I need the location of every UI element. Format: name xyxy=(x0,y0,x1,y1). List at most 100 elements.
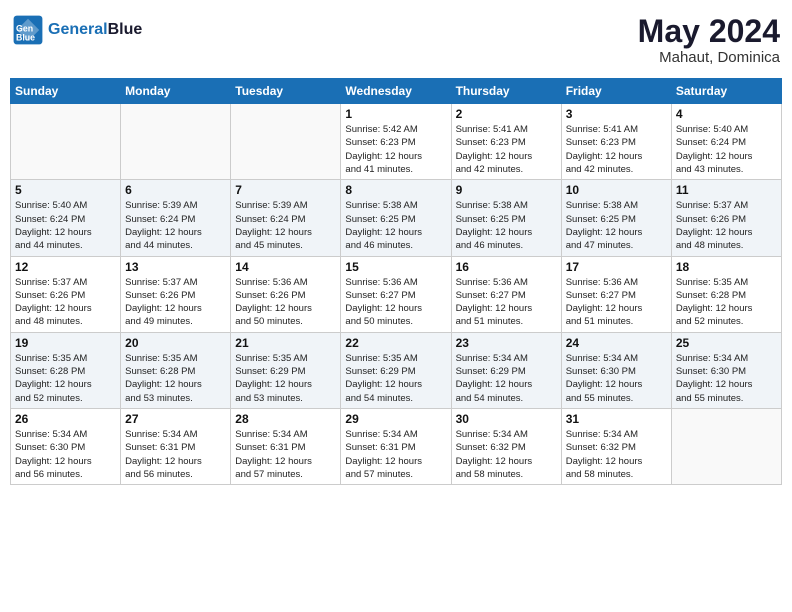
calendar-cell: 3 Sunrise: 5:41 AM Sunset: 6:23 PM Daylig… xyxy=(561,104,671,180)
day-info: Sunrise: 5:36 AM Sunset: 6:27 PM Dayligh… xyxy=(345,276,446,329)
day-info: Sunrise: 5:41 AM Sunset: 6:23 PM Dayligh… xyxy=(566,123,667,176)
day-info: Sunrise: 5:38 AM Sunset: 6:25 PM Dayligh… xyxy=(456,199,557,252)
day-number: 28 xyxy=(235,412,336,426)
day-header-thursday: Thursday xyxy=(451,79,561,104)
calendar-cell: 14 Sunrise: 5:36 AM Sunset: 6:26 PM Dayli… xyxy=(231,256,341,332)
calendar-table: SundayMondayTuesdayWednesdayThursdayFrid… xyxy=(10,78,782,485)
svg-text:Blue: Blue xyxy=(16,32,35,42)
day-info: Sunrise: 5:37 AM Sunset: 6:26 PM Dayligh… xyxy=(125,276,226,329)
calendar-cell: 16Sunrise: 5:36 AM Sunset: 6:27 PM Dayli… xyxy=(451,256,561,332)
day-info: Sunrise: 5:36 AM Sunset: 6:27 PM Dayligh… xyxy=(456,276,557,329)
day-number: 24 xyxy=(566,336,667,350)
day-header-friday: Friday xyxy=(561,79,671,104)
calendar-week-row: 12 Sunrise: 5:37 AM Sunset: 6:26 PM Dayli… xyxy=(11,256,782,332)
day-number: 11 xyxy=(676,183,777,197)
calendar-cell: 27Sunrise: 5:34 AM Sunset: 6:31 PM Dayli… xyxy=(121,408,231,484)
calendar-cell: 5Sunrise: 5:40 AM Sunset: 6:24 PM Daylig… xyxy=(11,180,121,256)
day-info: Sunrise: 5:36 AM Sunset: 6:26 PM Dayligh… xyxy=(235,276,336,329)
day-info: Sunrise: 5:37 AM Sunset: 6:26 PM Dayligh… xyxy=(676,199,777,252)
calendar-cell: 28Sunrise: 5:34 AM Sunset: 6:31 PM Dayli… xyxy=(231,408,341,484)
day-number: 6 xyxy=(125,183,226,197)
logo: Gen Blue GeneralBlue xyxy=(12,14,142,46)
calendar-cell: 17 Sunrise: 5:36 AM Sunset: 6:27 PM Dayli… xyxy=(561,256,671,332)
day-info: Sunrise: 5:34 AM Sunset: 6:32 PM Dayligh… xyxy=(566,428,667,481)
day-number: 26 xyxy=(15,412,116,426)
day-info: Sunrise: 5:34 AM Sunset: 6:30 PM Dayligh… xyxy=(676,352,777,405)
logo-text: GeneralBlue xyxy=(48,21,142,39)
calendar-week-row: 1Sunrise: 5:42 AM Sunset: 6:23 PM Daylig… xyxy=(11,104,782,180)
month-title: May 2024 xyxy=(638,14,780,49)
day-number: 2 xyxy=(456,107,557,121)
calendar-cell: 10 Sunrise: 5:38 AM Sunset: 6:25 PM Dayli… xyxy=(561,180,671,256)
day-number: 4 xyxy=(676,107,777,121)
calendar-cell: 25 Sunrise: 5:34 AM Sunset: 6:30 PM Dayli… xyxy=(671,332,781,408)
day-info: Sunrise: 5:39 AM Sunset: 6:24 PM Dayligh… xyxy=(235,199,336,252)
page-header: Gen Blue GeneralBlue May 2024 Mahaut, Do… xyxy=(10,10,782,70)
calendar-header-row: SundayMondayTuesdayWednesdayThursdayFrid… xyxy=(11,79,782,104)
day-info: Sunrise: 5:35 AM Sunset: 6:29 PM Dayligh… xyxy=(235,352,336,405)
day-header-saturday: Saturday xyxy=(671,79,781,104)
day-info: Sunrise: 5:37 AM Sunset: 6:26 PM Dayligh… xyxy=(15,276,116,329)
day-number: 1 xyxy=(345,107,446,121)
day-info: Sunrise: 5:40 AM Sunset: 6:24 PM Dayligh… xyxy=(676,123,777,176)
day-number: 25 xyxy=(676,336,777,350)
calendar-week-row: 5Sunrise: 5:40 AM Sunset: 6:24 PM Daylig… xyxy=(11,180,782,256)
location: Mahaut, Dominica xyxy=(638,49,780,66)
day-info: Sunrise: 5:34 AM Sunset: 6:30 PM Dayligh… xyxy=(566,352,667,405)
day-info: Sunrise: 5:35 AM Sunset: 6:28 PM Dayligh… xyxy=(125,352,226,405)
day-number: 19 xyxy=(15,336,116,350)
day-info: Sunrise: 5:34 AM Sunset: 6:32 PM Dayligh… xyxy=(456,428,557,481)
calendar-cell: 7 Sunrise: 5:39 AM Sunset: 6:24 PM Daylig… xyxy=(231,180,341,256)
calendar-cell: 2Sunrise: 5:41 AM Sunset: 6:23 PM Daylig… xyxy=(451,104,561,180)
calendar-cell: 8 Sunrise: 5:38 AM Sunset: 6:25 PM Daylig… xyxy=(341,180,451,256)
calendar-cell: 26 Sunrise: 5:34 AM Sunset: 6:30 PM Dayli… xyxy=(11,408,121,484)
calendar-cell: 18Sunrise: 5:35 AM Sunset: 6:28 PM Dayli… xyxy=(671,256,781,332)
calendar-cell: 23 Sunrise: 5:34 AM Sunset: 6:29 PM Dayli… xyxy=(451,332,561,408)
day-number: 10 xyxy=(566,183,667,197)
title-block: May 2024 Mahaut, Dominica xyxy=(638,14,780,66)
calendar-cell xyxy=(231,104,341,180)
day-info: Sunrise: 5:40 AM Sunset: 6:24 PM Dayligh… xyxy=(15,199,116,252)
calendar-week-row: 26 Sunrise: 5:34 AM Sunset: 6:30 PM Dayli… xyxy=(11,408,782,484)
calendar-cell: 31Sunrise: 5:34 AM Sunset: 6:32 PM Dayli… xyxy=(561,408,671,484)
day-number: 30 xyxy=(456,412,557,426)
day-number: 7 xyxy=(235,183,336,197)
day-info: Sunrise: 5:34 AM Sunset: 6:31 PM Dayligh… xyxy=(345,428,446,481)
calendar-cell xyxy=(121,104,231,180)
calendar-cell: 1Sunrise: 5:42 AM Sunset: 6:23 PM Daylig… xyxy=(341,104,451,180)
day-number: 12 xyxy=(15,260,116,274)
day-number: 23 xyxy=(456,336,557,350)
day-info: Sunrise: 5:38 AM Sunset: 6:25 PM Dayligh… xyxy=(566,199,667,252)
day-header-monday: Monday xyxy=(121,79,231,104)
calendar-week-row: 19 Sunrise: 5:35 AM Sunset: 6:28 PM Dayli… xyxy=(11,332,782,408)
day-info: Sunrise: 5:35 AM Sunset: 6:28 PM Dayligh… xyxy=(15,352,116,405)
day-header-sunday: Sunday xyxy=(11,79,121,104)
calendar-cell: 30 Sunrise: 5:34 AM Sunset: 6:32 PM Dayli… xyxy=(451,408,561,484)
day-info: Sunrise: 5:35 AM Sunset: 6:29 PM Dayligh… xyxy=(345,352,446,405)
calendar-cell: 11 Sunrise: 5:37 AM Sunset: 6:26 PM Dayli… xyxy=(671,180,781,256)
day-number: 13 xyxy=(125,260,226,274)
calendar-cell: 29Sunrise: 5:34 AM Sunset: 6:31 PM Dayli… xyxy=(341,408,451,484)
day-number: 21 xyxy=(235,336,336,350)
calendar-cell xyxy=(11,104,121,180)
day-info: Sunrise: 5:38 AM Sunset: 6:25 PM Dayligh… xyxy=(345,199,446,252)
calendar-cell: 22 Sunrise: 5:35 AM Sunset: 6:29 PM Dayli… xyxy=(341,332,451,408)
calendar-cell: 24 Sunrise: 5:34 AM Sunset: 6:30 PM Dayli… xyxy=(561,332,671,408)
calendar-cell: 9Sunrise: 5:38 AM Sunset: 6:25 PM Daylig… xyxy=(451,180,561,256)
day-number: 17 xyxy=(566,260,667,274)
day-number: 14 xyxy=(235,260,336,274)
calendar-cell: 13 Sunrise: 5:37 AM Sunset: 6:26 PM Dayli… xyxy=(121,256,231,332)
day-info: Sunrise: 5:34 AM Sunset: 6:30 PM Dayligh… xyxy=(15,428,116,481)
day-header-wednesday: Wednesday xyxy=(341,79,451,104)
logo-icon: Gen Blue xyxy=(12,14,44,46)
day-number: 8 xyxy=(345,183,446,197)
day-number: 3 xyxy=(566,107,667,121)
day-info: Sunrise: 5:36 AM Sunset: 6:27 PM Dayligh… xyxy=(566,276,667,329)
day-number: 22 xyxy=(345,336,446,350)
calendar-cell: 20Sunrise: 5:35 AM Sunset: 6:28 PM Dayli… xyxy=(121,332,231,408)
calendar-cell: 4 Sunrise: 5:40 AM Sunset: 6:24 PM Daylig… xyxy=(671,104,781,180)
day-info: Sunrise: 5:34 AM Sunset: 6:29 PM Dayligh… xyxy=(456,352,557,405)
day-info: Sunrise: 5:39 AM Sunset: 6:24 PM Dayligh… xyxy=(125,199,226,252)
calendar-cell: 15Sunrise: 5:36 AM Sunset: 6:27 PM Dayli… xyxy=(341,256,451,332)
day-info: Sunrise: 5:34 AM Sunset: 6:31 PM Dayligh… xyxy=(125,428,226,481)
